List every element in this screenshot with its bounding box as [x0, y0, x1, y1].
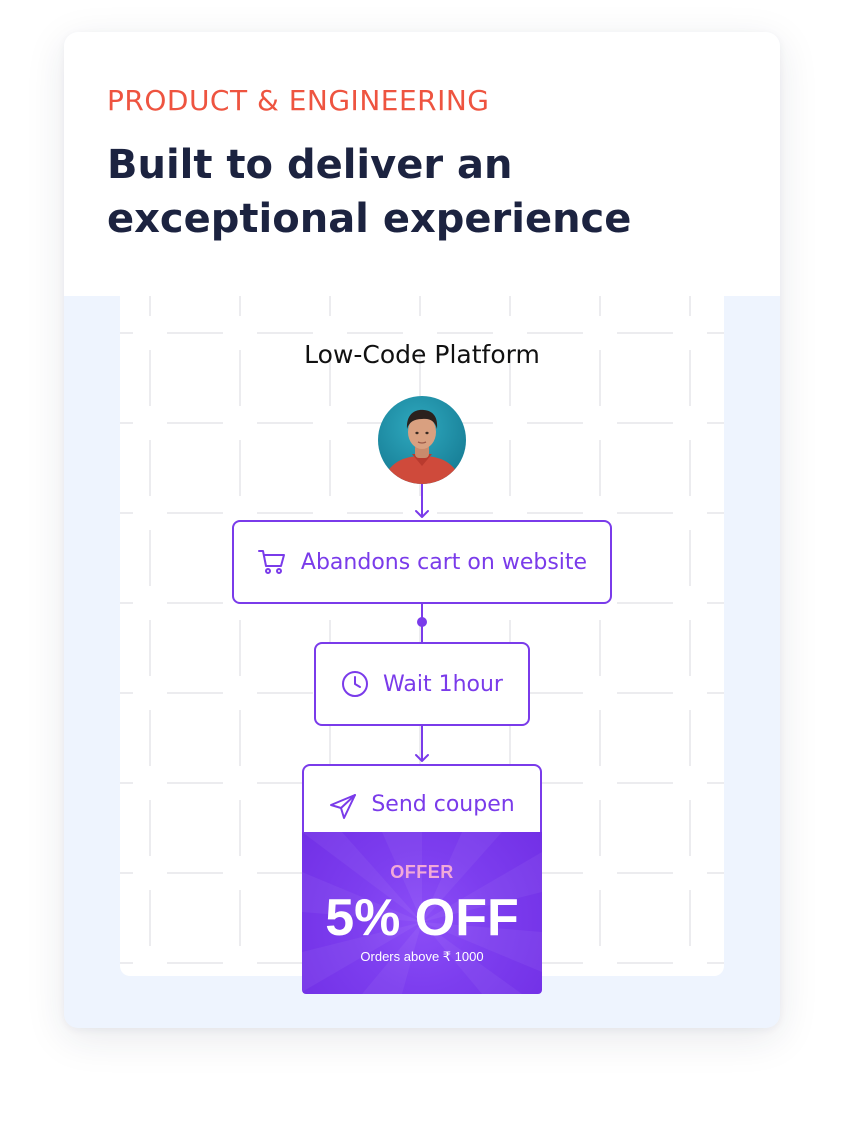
step-label: Abandons cart on website — [300, 549, 588, 575]
coupon-value: 5% OFF — [325, 889, 519, 947]
step-label: Send coupen — [371, 792, 515, 817]
coupon-card: OFFER 5% OFF Orders above ₹ 1000 — [302, 832, 542, 994]
clock-icon — [341, 670, 369, 698]
coupon-offer-label: OFFER — [390, 862, 454, 882]
person-photo-icon — [378, 396, 466, 484]
paper-plane-icon — [329, 792, 357, 820]
step-wait[interactable]: Wait 1hour — [314, 642, 530, 726]
step-label: Wait 1hour — [383, 671, 503, 697]
shopping-cart-icon — [257, 548, 287, 576]
user-avatar — [378, 396, 466, 484]
step-abandons-cart[interactable]: Abandons cart on website — [232, 520, 612, 604]
coupon-condition: Orders above ₹ 1000 — [360, 949, 484, 964]
